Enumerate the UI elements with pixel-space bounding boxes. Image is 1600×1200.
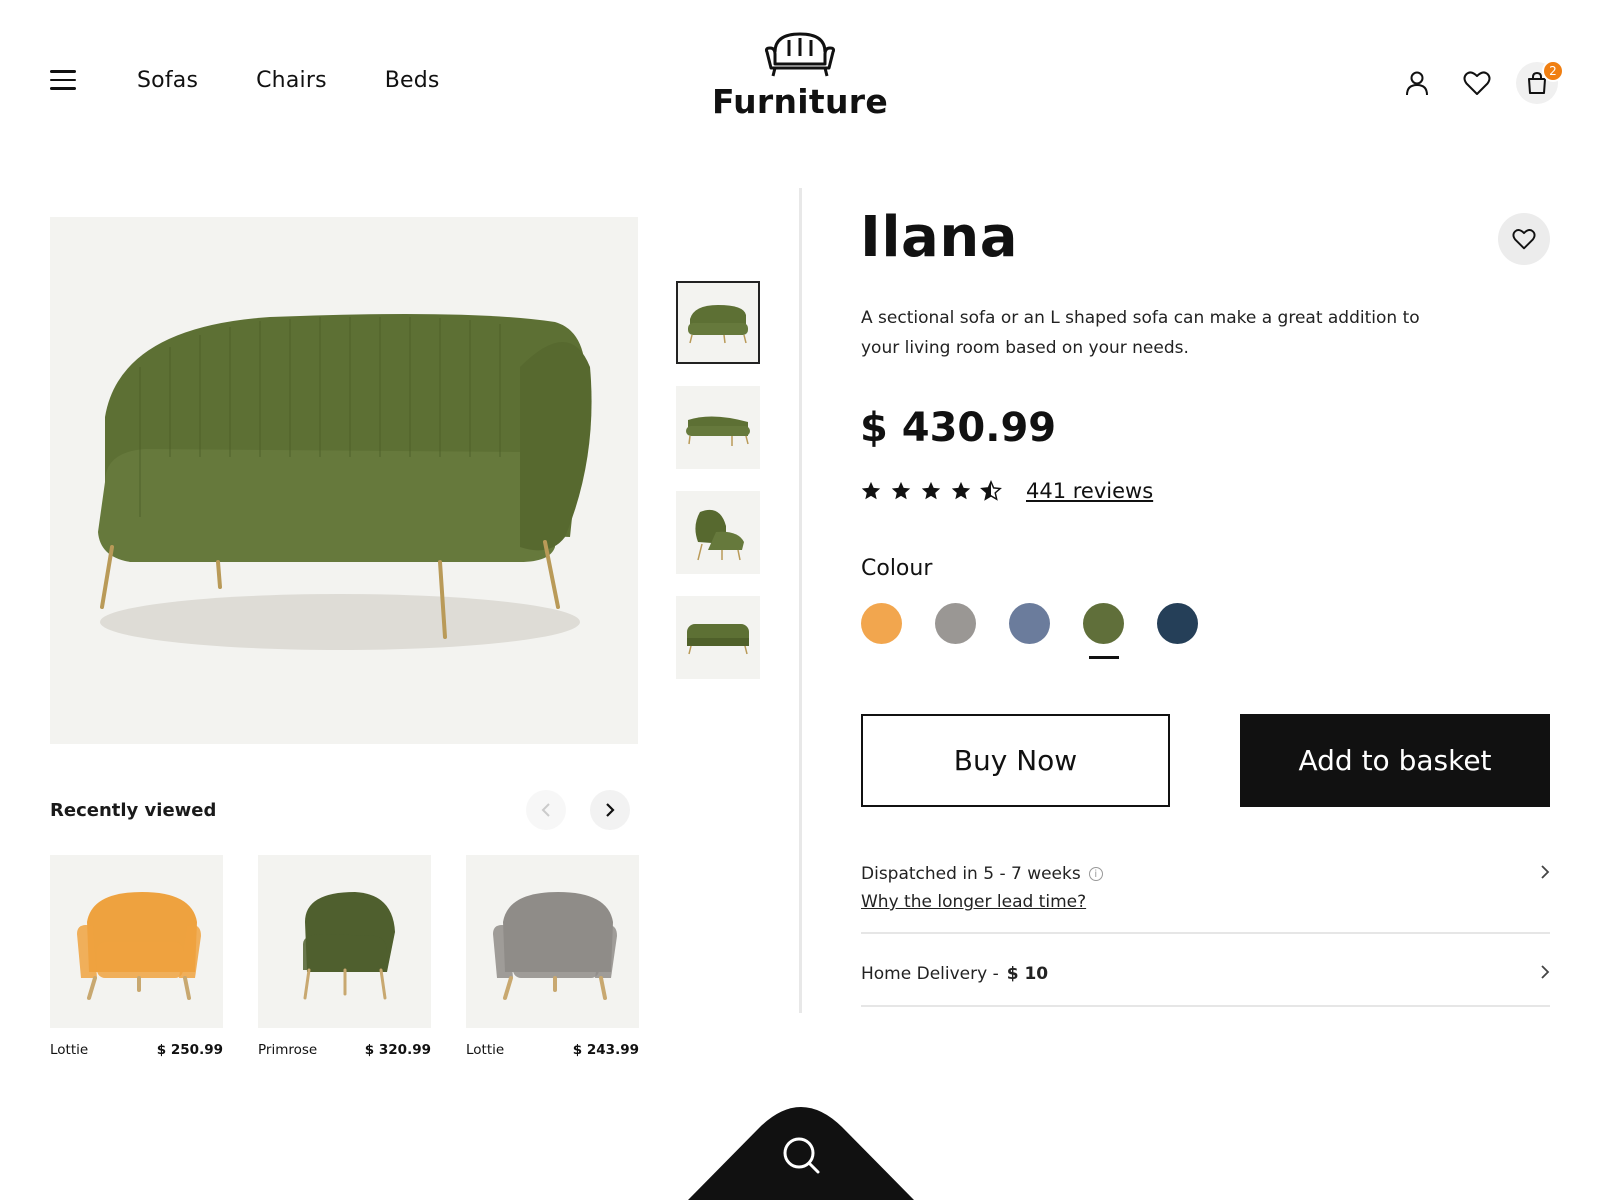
dispatch-text: Dispatched in 5 - 7 weeks [861,864,1081,884]
recently-viewed-list: Lottie $ 250.99 Primrose $ 320.99 Lottie… [50,855,639,1058]
header-actions: 2 [1396,60,1564,104]
carousel-prev-button[interactable] [526,790,566,830]
hamburger-menu-icon[interactable] [50,70,76,92]
armchair-logo-icon [764,32,836,77]
recently-viewed-title: Recently viewed [50,800,217,821]
bag-icon[interactable]: 2 [1516,60,1564,104]
colour-swatch[interactable] [935,603,976,644]
colour-swatches [861,603,1198,659]
recently-viewed-item-price: $ 243.99 [572,1042,639,1058]
info-icon[interactable]: i [1088,867,1103,881]
lead-time-link[interactable]: Why the longer lead time? [861,892,1086,912]
thumbnail-back[interactable] [676,596,760,679]
star-icon [921,481,941,500]
thumbnail-angle[interactable] [676,491,760,574]
star-icon [951,481,971,500]
reviews-link[interactable]: 441 reviews [1026,479,1153,503]
recently-viewed-item[interactable]: Lottie $ 250.99 [50,855,223,1058]
colour-swatch[interactable] [1083,603,1124,659]
colour-label: Colour [861,556,933,581]
brand-logo[interactable]: Furniture [700,30,900,121]
user-icon[interactable] [1396,62,1438,104]
thumbnail-front[interactable] [676,281,760,364]
recently-viewed-item[interactable]: Lottie $ 243.99 [466,855,639,1058]
product-description: A sectional sofa or an L shaped sofa can… [861,308,1420,358]
recently-viewed-item-price: $ 320.99 [364,1042,431,1058]
colour-swatch[interactable] [1157,603,1198,644]
heart-icon [1512,229,1536,250]
cart-count-badge: 2 [1542,60,1564,82]
chevron-left-icon [541,803,550,817]
recently-viewed-item-name: Lottie [466,1042,505,1058]
colour-swatch[interactable] [861,603,902,644]
main-nav: Sofas Chairs Beds [137,68,440,93]
add-to-wishlist-button[interactable] [1498,213,1550,265]
star-rating [860,480,1002,502]
recently-viewed-item-price: $ 250.99 [156,1042,223,1058]
nav-link-beds[interactable]: Beds [385,68,440,93]
product-thumbnail [258,855,431,1028]
chevron-right-icon [606,803,615,817]
thumbnail-strip [676,281,760,679]
search-button[interactable] [688,1105,914,1200]
delivery-info-row[interactable]: Home Delivery - $ 10 [861,964,1550,1007]
chevron-right-icon [1541,865,1550,879]
delivery-price: $ 10 [1006,964,1049,984]
recently-viewed-item-name: Lottie [50,1042,89,1058]
product-main-image [50,217,638,744]
nav-link-chairs[interactable]: Chairs [256,68,327,93]
product-price: $ 430.99 [860,405,1057,451]
product-thumbnail [50,855,223,1028]
product-thumbnail [466,855,639,1028]
delivery-text: Home Delivery - [861,964,999,984]
nav-link-sofas[interactable]: Sofas [137,68,198,93]
carousel-controls [526,790,630,830]
buy-now-button[interactable]: Buy Now [861,714,1170,807]
half-star-icon [980,480,1002,501]
brand-name: Furniture [711,82,889,121]
star-icon [861,481,881,500]
heart-icon[interactable] [1456,62,1498,104]
product-title: Ilana [860,205,1018,270]
star-icon [891,481,911,500]
dispatch-info-row[interactable]: Dispatched in 5 - 7 weeks i Why the long… [861,864,1550,934]
vertical-divider [799,188,802,1013]
recently-viewed-item-name: Primrose [258,1042,318,1058]
recently-viewed-item[interactable]: Primrose $ 320.99 [258,855,431,1058]
thumbnail-side[interactable] [676,386,760,469]
chevron-right-icon [1541,965,1550,979]
carousel-next-button[interactable] [590,790,630,830]
add-to-basket-button[interactable]: Add to basket [1240,714,1550,807]
colour-swatch[interactable] [1009,603,1050,644]
